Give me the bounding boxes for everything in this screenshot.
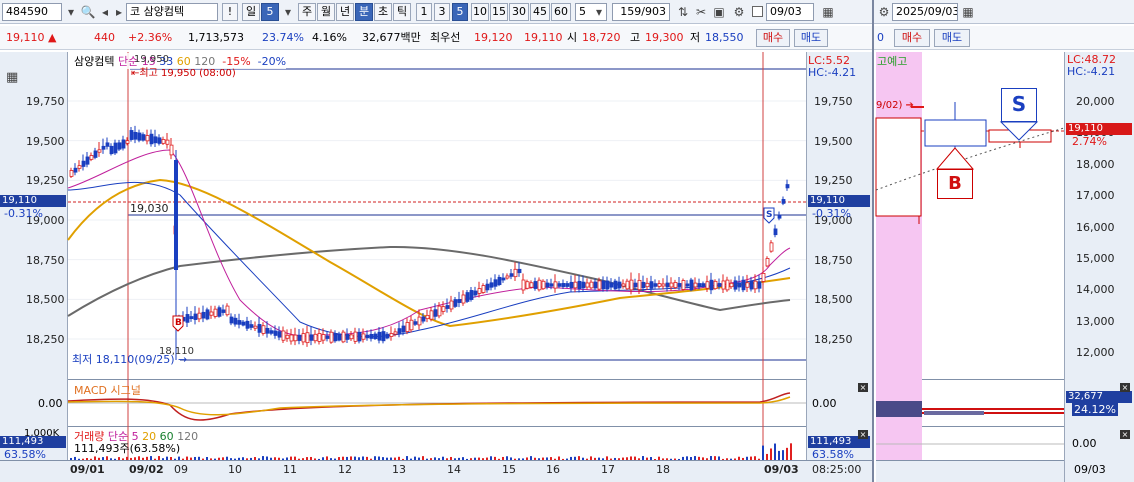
mini-volume-close-icon[interactable]: × [1120, 430, 1130, 439]
mini-y-tick: 14,000 [1076, 283, 1115, 297]
mini-macd-pct: 24.12% [1072, 403, 1118, 416]
mini-y-tick: 18,000 [1076, 157, 1115, 171]
mini-zero: 0.00 [1072, 437, 1097, 450]
mini-y-tick: 15,000 [1076, 251, 1115, 265]
mini-hc-label: HC:-4.21 [1067, 65, 1116, 78]
mini-macd-hist [924, 411, 984, 415]
mini-date-marker: 9/02) ➔ [876, 100, 914, 111]
mini-y-tick: 20,000 [1076, 95, 1115, 108]
mini-candle [924, 119, 987, 147]
mini-buy-marker: B [937, 169, 973, 199]
mini-price-tag: 19,110 [1066, 123, 1132, 135]
mini-y-tick: 16,000 [1076, 220, 1115, 234]
mini-price-pct: 2.74% [1072, 135, 1107, 148]
mini-highlight-band [876, 52, 922, 460]
mini-y-tick: 13,000 [1076, 314, 1115, 328]
mini-macd-bar [876, 401, 922, 417]
mini-candle [875, 117, 922, 217]
mini-macd-close-icon[interactable]: × [1120, 383, 1130, 392]
mini-y-tick: 17,000 [1076, 189, 1115, 203]
mini-tab-label: 고예고 [877, 55, 908, 68]
mini-x-tick: 09/03 [1074, 463, 1106, 476]
mini-y-tick: 12,000 [1076, 346, 1115, 359]
mini-sell-marker: S [1001, 88, 1037, 122]
mini-chart-svg [875, 52, 1065, 460]
mini-macd-tag: 32,677 [1066, 391, 1132, 403]
